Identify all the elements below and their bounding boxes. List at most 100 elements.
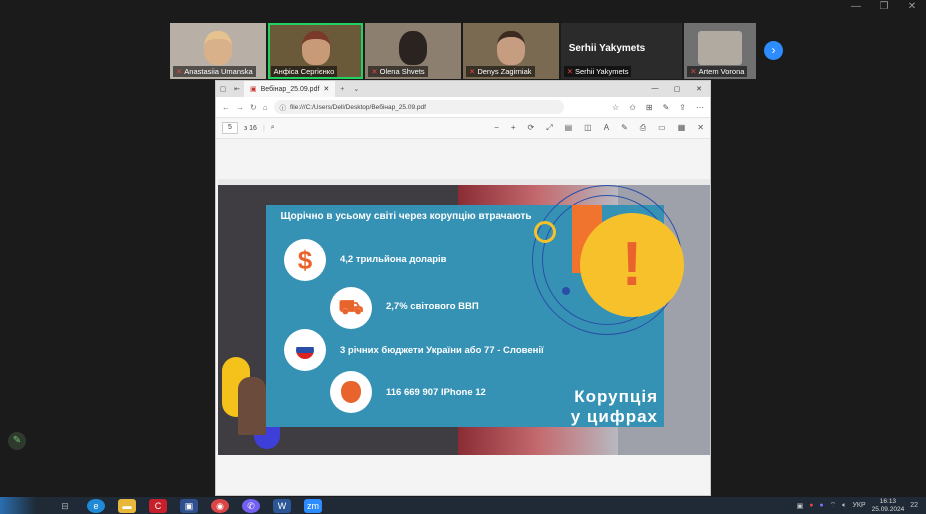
- zoom-out-icon[interactable]: −: [494, 123, 499, 133]
- tray-app-icon[interactable]: ●: [819, 502, 823, 509]
- volume-icon[interactable]: 🔈︎: [842, 502, 846, 510]
- apple-icon: [330, 371, 372, 413]
- close-icon[interactable]: ✕: [898, 0, 926, 14]
- task-view-icon[interactable]: ⊟: [56, 499, 74, 513]
- chrome-icon[interactable]: ◉: [211, 498, 229, 513]
- dollar-icon: $: [284, 239, 326, 281]
- pdf-viewer[interactable]: Щорічно в усьому світі через корупцію вт…: [216, 139, 710, 495]
- slovenia-flag-icon: [284, 329, 326, 371]
- pdf-icon: ▣: [250, 86, 257, 93]
- participant-name: Anastasiia Umanska: [184, 67, 253, 76]
- address-bar: ← → ↻ ⌂ ⓘ file:///C:/Users/Dell/Desktop/…: [216, 97, 710, 117]
- edge-icon[interactable]: e: [87, 498, 105, 513]
- mic-muted-icon: ✕: [566, 67, 573, 76]
- tab-list-icon[interactable]: ⌄: [349, 85, 363, 93]
- maximize-icon[interactable]: ▢: [666, 85, 688, 93]
- exclamation-icon: !: [580, 213, 684, 317]
- participant-name: Serhii Yakymets: [574, 67, 629, 76]
- stat-row: 116 669 907 IPhone 12: [386, 387, 486, 398]
- new-tab-icon[interactable]: +: [335, 86, 349, 93]
- participant-video: [496, 31, 525, 65]
- share-icon[interactable]: ⇪: [679, 103, 686, 112]
- tab-pdf[interactable]: ▣ Вебінар_25.09.pdf ✕: [244, 81, 336, 97]
- mic-muted-icon: ✕: [690, 67, 697, 76]
- participant-tile[interactable]: ✕ Denys Zagirniak: [463, 23, 559, 79]
- save-icon[interactable]: ▭: [658, 123, 666, 133]
- window-controls: — ❐ ✕: [842, 0, 926, 14]
- participant-strip: ✕ Anastasiia Umanska Анфіса Сергієнко ✕ Ol…: [170, 23, 757, 79]
- infographic-card: Щорічно в усьому світі через корупцію вт…: [266, 185, 684, 427]
- tab-close-icon[interactable]: ✕: [323, 85, 329, 93]
- viber-icon[interactable]: ✆: [242, 498, 260, 513]
- notifications-icon[interactable]: 22: [910, 502, 918, 509]
- participant-name: Denys Zagirniak: [477, 67, 532, 76]
- collections-icon[interactable]: ⊞: [646, 103, 653, 112]
- more-icon[interactable]: ⋯: [696, 103, 704, 112]
- slide-page: Щорічно в усьому світі через корупцію вт…: [218, 179, 710, 455]
- pen-icon[interactable]: ✎: [663, 103, 670, 112]
- participant-display-name: Serhii Yakymets: [568, 43, 646, 54]
- fit-page-icon[interactable]: ⤢: [546, 123, 552, 133]
- favorites-icon[interactable]: ✩: [629, 103, 636, 112]
- tray-app-icon[interactable]: ▣: [797, 502, 804, 510]
- search-icon[interactable]: ⌕: [271, 124, 275, 132]
- zoom-icon[interactable]: zm: [304, 498, 322, 513]
- app-blue-icon[interactable]: ▣: [180, 498, 198, 513]
- participant-tile[interactable]: ✕ Anastasiia Umanska: [170, 23, 266, 79]
- close-icon[interactable]: ✕: [688, 85, 710, 93]
- cart-icon: ⛟: [330, 287, 372, 329]
- zoom-in-icon[interactable]: +: [511, 123, 516, 133]
- file-explorer-icon[interactable]: ▬: [118, 498, 136, 513]
- minimize-icon[interactable]: —: [644, 85, 666, 93]
- participant-video: [698, 31, 743, 65]
- language-indicator[interactable]: УКР: [852, 502, 865, 509]
- taskbar: ⊟ e ▬ C ▣ ◉ ✆ W zm ▣ ● ● ⌔ 🔈︎ УКР 16:13 …: [0, 497, 926, 514]
- mic-muted-icon: ✕: [469, 67, 476, 76]
- pdf-toolbar: 5 з 16 | ⌕ − + ⟳ ⤢ ▤ ◫ A ✎ ⎙ ▭ ▦ ✕: [216, 117, 710, 139]
- slide-heading: Щорічно в усьому світі через корупцію вт…: [280, 211, 532, 222]
- participant-video: [399, 31, 428, 65]
- participant-tile[interactable]: ✕ Olena Shvets: [365, 23, 462, 79]
- minimize-icon[interactable]: —: [842, 0, 870, 14]
- tab-title: Вебінар_25.09.pdf: [260, 85, 320, 93]
- draw-icon[interactable]: ✎: [621, 123, 628, 133]
- url-text: file:///C:/Users/Dell/Desktop/Вебінар_25…: [290, 103, 426, 111]
- forward-icon[interactable]: →: [236, 103, 244, 112]
- info-icon: ⓘ: [279, 105, 287, 112]
- participant-tile-active[interactable]: Анфіса Сергієнко: [267, 23, 364, 79]
- page-view-icon[interactable]: ▤: [565, 123, 573, 133]
- participant-video: [301, 31, 330, 65]
- save-as-icon[interactable]: ▦: [678, 123, 686, 133]
- clock[interactable]: 16:13 25.09.2024: [872, 498, 905, 514]
- tab-back-icon[interactable]: ⇤: [230, 85, 244, 93]
- stat-row: 2,7% світового ВВП: [386, 301, 479, 312]
- restore-icon[interactable]: ❐: [870, 0, 898, 14]
- tray-app-icon[interactable]: ●: [809, 502, 813, 509]
- refresh-icon[interactable]: ↻: [250, 103, 257, 112]
- participant-name: Artem Vorona: [698, 67, 745, 76]
- screen: — ❐ ✕ ✕ Anastasiia Umanska Анфіса Сергієн…: [0, 0, 926, 514]
- next-page-button[interactable]: ›: [764, 41, 783, 60]
- mic-muted-icon: ✕: [371, 67, 378, 76]
- network-icon[interactable]: ⌔: [830, 501, 837, 510]
- app-red-icon[interactable]: C: [149, 498, 167, 513]
- decor-yellow-ring: [534, 221, 556, 243]
- annotate-pen-icon[interactable]: ✎: [8, 432, 26, 450]
- participant-tile[interactable]: ✕ Artem Vorona: [684, 23, 757, 79]
- mic-muted-icon: ✕: [176, 67, 183, 76]
- read-aloud-icon[interactable]: A: [604, 123, 609, 133]
- presenter-figure: [238, 377, 266, 435]
- favorite-icon[interactable]: ☆: [612, 103, 619, 112]
- participant-tile-no-video[interactable]: Serhii Yakymets ✕ Serhii Yakymets: [560, 23, 683, 79]
- home-icon[interactable]: ⌂: [263, 103, 268, 112]
- two-page-icon[interactable]: ◫: [584, 123, 592, 133]
- tab-actions-icon[interactable]: ▢: [216, 85, 230, 93]
- back-icon[interactable]: ←: [222, 103, 230, 112]
- print-icon[interactable]: ⎙: [640, 123, 646, 133]
- page-number-input[interactable]: 5: [222, 122, 238, 134]
- word-icon[interactable]: W: [273, 498, 291, 513]
- rotate-icon[interactable]: ⟳: [527, 123, 534, 133]
- url-input[interactable]: ⓘ file:///C:/Users/Dell/Desktop/Вебінар_…: [273, 100, 564, 114]
- pin-toolbar-icon[interactable]: ✕: [697, 123, 704, 133]
- slide-title: Корупція у цифрах: [570, 387, 658, 426]
